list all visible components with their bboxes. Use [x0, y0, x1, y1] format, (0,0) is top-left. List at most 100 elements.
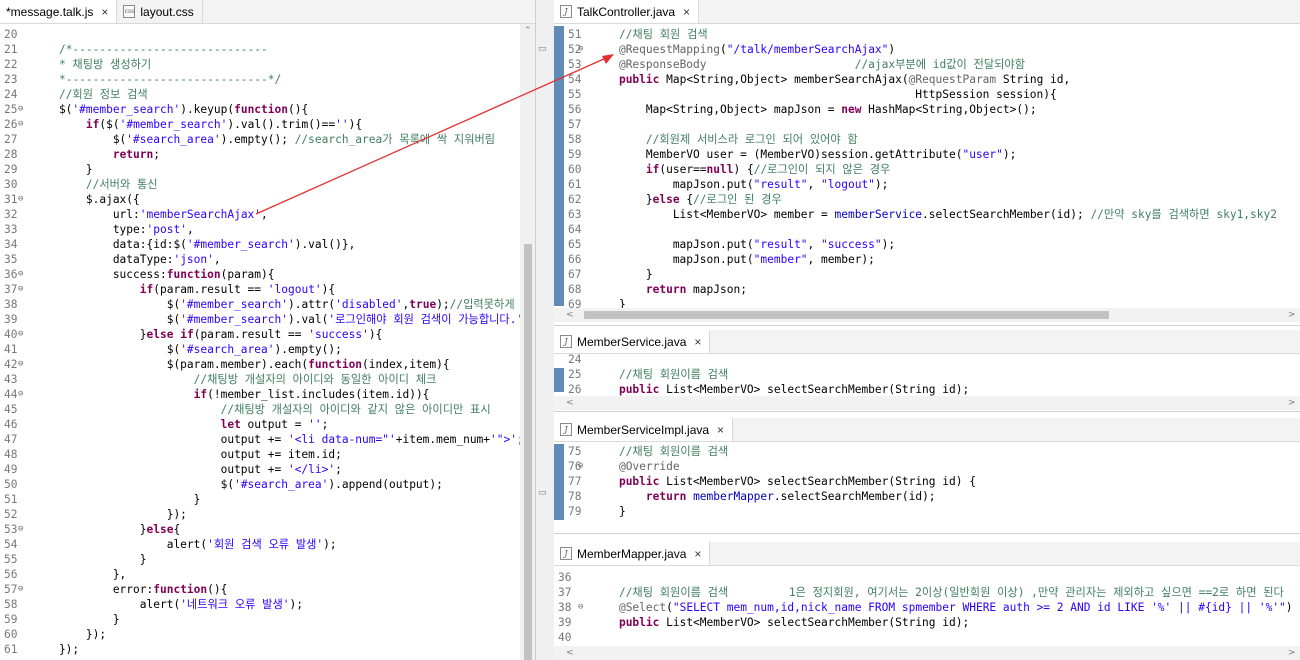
scroll-left-arrow-icon[interactable]: <	[566, 310, 574, 320]
code-line[interactable]: 62 }else {//로그인 된 경우	[564, 192, 1300, 207]
fold-toggle-icon[interactable]: ⊖	[18, 192, 23, 207]
scroll-left-arrow-icon[interactable]: <	[566, 648, 574, 658]
fold-toggle-icon[interactable]: ⊖	[18, 522, 23, 537]
scroll-right-arrow-icon[interactable]: >	[1288, 648, 1296, 658]
left-vertical-scrollbar[interactable]: ⌃	[520, 24, 535, 660]
code-line[interactable]: 75 //채팅 회원이름 검색	[564, 444, 1300, 459]
code-line[interactable]: 66 mapJson.put("member", member);	[564, 252, 1300, 267]
scroll-right-arrow-icon[interactable]: >	[1288, 398, 1296, 408]
code-line[interactable]: 65 mapJson.put("result", "success");	[564, 237, 1300, 252]
code-line[interactable]: 37 ⊖ if(param.result == 'logout'){	[0, 282, 520, 297]
code-line[interactable]: 24	[564, 352, 1300, 367]
code-line[interactable]: 67 }	[564, 267, 1300, 282]
code-line[interactable]: 26 public List<MemberVO> selectSearchMem…	[564, 382, 1300, 396]
code-line[interactable]: 48 output += item.id;	[0, 447, 520, 462]
talk-controller-hscroll[interactable]: < >	[554, 308, 1300, 322]
code-line[interactable]: 54 public Map<String,Object> memberSearc…	[564, 72, 1300, 87]
fold-toggle-icon[interactable]: ⊖	[18, 117, 23, 132]
code-line[interactable]: 52 });	[0, 507, 520, 522]
scroll-left-arrow-icon[interactable]: <	[566, 398, 574, 408]
code-line[interactable]: 54 alert('회원 검색 오류 발생');	[0, 537, 520, 552]
fold-toggle-icon[interactable]: ⊖	[18, 102, 23, 117]
code-line[interactable]: 63 List<MemberVO> member = memberService…	[564, 207, 1300, 222]
tab-talk-controller[interactable]: J TalkController.java ×	[554, 0, 700, 23]
code-line[interactable]: 25 ⊖ $('#member_search').keyup(function()…	[0, 102, 520, 117]
code-line[interactable]: 37 //채팅 회원이름 검색 1은 정지회원, 여기서는 2이상(일반회원 이…	[554, 585, 1300, 600]
fold-toggle-icon[interactable]: ⊖	[578, 600, 583, 615]
fold-toggle-icon[interactable]: ⊖	[18, 282, 23, 297]
code-line[interactable]: 31 ⊖ $.ajax({	[0, 192, 520, 207]
code-line[interactable]: 52 ⊖ @RequestMapping("/talk/memberSearchA…	[564, 42, 1300, 57]
code-line[interactable]: 68 return mapJson;	[564, 282, 1300, 297]
code-line[interactable]: 45 //채팅방 개설자의 아이디와 같지 않은 아이디만 표시	[0, 402, 520, 417]
close-icon[interactable]: ×	[683, 5, 690, 19]
code-line[interactable]: 55 }	[0, 552, 520, 567]
code-line[interactable]: 27 $('#search_area').empty(); //search_a…	[0, 132, 520, 147]
code-line[interactable]: 57	[564, 117, 1300, 132]
code-line[interactable]: 79 }	[564, 504, 1300, 519]
code-line[interactable]: 51 }	[0, 492, 520, 507]
code-line[interactable]: 50 $('#search_area').append(output);	[0, 477, 520, 492]
code-line[interactable]: 43 //채팅방 개설자의 아이디와 동일한 아이디 체크	[0, 372, 520, 387]
code-line[interactable]: 60 if(user==null) {//로그인이 되지 않은 경우	[564, 162, 1300, 177]
js-code-area[interactable]: 20 21 /*----------------------------- 22 *…	[0, 26, 520, 660]
code-line[interactable]: 58 //회원제 서비스라 로그인 되어 있어야 함	[564, 132, 1300, 147]
code-line[interactable]: 22 * 채팅방 생성하기	[0, 57, 520, 72]
code-line[interactable]: 33 type:'post',	[0, 222, 520, 237]
member-service-impl-code[interactable]: 75 //채팅 회원이름 검색 76 ⊖ @Override 77 public Li…	[564, 444, 1300, 520]
code-line[interactable]: 39 public List<MemberVO> selectSearchMem…	[554, 615, 1300, 630]
code-line[interactable]: 42 ⊖ $(param.member).each(function(index,…	[0, 357, 520, 372]
code-line[interactable]: 44 ⊖ if(!member_list.includes(item.id)){	[0, 387, 520, 402]
code-line[interactable]: 20	[0, 27, 520, 42]
close-icon[interactable]: ×	[694, 335, 701, 349]
fold-toggle-icon[interactable]: ⊖	[18, 357, 23, 372]
member-mapper-code[interactable]: 36 37 //채팅 회원이름 검색 1은 정지회원, 여기서는 2이상(일반회원…	[554, 570, 1300, 646]
tab-member-mapper[interactable]: J MemberMapper.java ×	[554, 542, 711, 565]
code-line[interactable]: 40 ⊖ }else if(param.result == 'success'){	[0, 327, 520, 342]
code-line[interactable]: 38 $('#member_search').attr('disabled',t…	[0, 297, 520, 312]
code-line[interactable]: 77 public List<MemberVO> selectSearchMem…	[564, 474, 1300, 489]
code-line[interactable]: 51 //채팅 회원 검색	[564, 27, 1300, 42]
tab-member-service[interactable]: J MemberService.java ×	[554, 330, 711, 353]
close-icon[interactable]: ×	[717, 423, 724, 437]
fold-toggle-icon[interactable]: ⊖	[18, 582, 23, 597]
code-line[interactable]: 60 });	[0, 627, 520, 642]
fold-toggle-icon[interactable]: ⊖	[578, 459, 583, 474]
editor-divider[interactable]	[536, 0, 554, 660]
code-line[interactable]: 38 ⊖ @Select("SELECT mem_num,id,nick_name…	[554, 600, 1300, 615]
code-line[interactable]: 61 });	[0, 642, 520, 657]
code-line[interactable]: 29 }	[0, 162, 520, 177]
code-line[interactable]: 34 data:{id:$('#member_search').val()},	[0, 237, 520, 252]
code-line[interactable]: 25 //채팅 회원이름 검색	[564, 367, 1300, 382]
tab-message-talk-js[interactable]: *message.talk.js ×	[0, 0, 118, 23]
code-line[interactable]: 39 $('#member_search').val('로그인해야 회원 검색이…	[0, 312, 520, 327]
code-line[interactable]: 46 let output = '';	[0, 417, 520, 432]
code-line[interactable]: 28 return;	[0, 147, 520, 162]
close-icon[interactable]: ×	[101, 5, 108, 19]
member-service-code[interactable]: 24 25 //채팅 회원이름 검색 26 public List<MemberVO…	[564, 352, 1300, 396]
fold-toggle-icon[interactable]: ⊖	[18, 267, 23, 282]
tab-member-service-impl[interactable]: J MemberServiceImpl.java ×	[554, 418, 734, 441]
code-line[interactable]: 47 output += '<li data-num="'+item.mem_n…	[0, 432, 520, 447]
fold-toggle-icon[interactable]: ⊖	[18, 387, 23, 402]
hscroll-thumb[interactable]	[584, 311, 1109, 319]
code-line[interactable]: 41 $('#search_area').empty();	[0, 342, 520, 357]
code-line[interactable]: 32 url:'memberSearchAjax',	[0, 207, 520, 222]
fold-toggle-icon[interactable]: ⊖	[18, 327, 23, 342]
code-line[interactable]: 55 HttpSession session){	[564, 87, 1300, 102]
collapse-marker-icon[interactable]: ▭	[538, 44, 547, 54]
code-line[interactable]: 36 ⊖ success:function(param){	[0, 267, 520, 282]
code-line[interactable]: 76 ⊖ @Override	[564, 459, 1300, 474]
tab-layout-css[interactable]: css layout.css	[117, 0, 203, 23]
left-scrollbar-thumb[interactable]	[524, 244, 532, 660]
member-service-hscroll[interactable]: < >	[554, 396, 1300, 410]
code-line[interactable]: 69 }	[564, 297, 1300, 308]
code-line[interactable]: 56 Map<String,Object> mapJson = new Hash…	[564, 102, 1300, 117]
code-line[interactable]: 64	[564, 222, 1300, 237]
code-line[interactable]: 23 *------------------------------*/	[0, 72, 520, 87]
scroll-right-arrow-icon[interactable]: >	[1288, 310, 1296, 320]
code-line[interactable]: 59 }	[0, 612, 520, 627]
code-line[interactable]: 56 },	[0, 567, 520, 582]
code-line[interactable]: 40	[554, 630, 1300, 645]
close-icon[interactable]: ×	[694, 547, 701, 561]
